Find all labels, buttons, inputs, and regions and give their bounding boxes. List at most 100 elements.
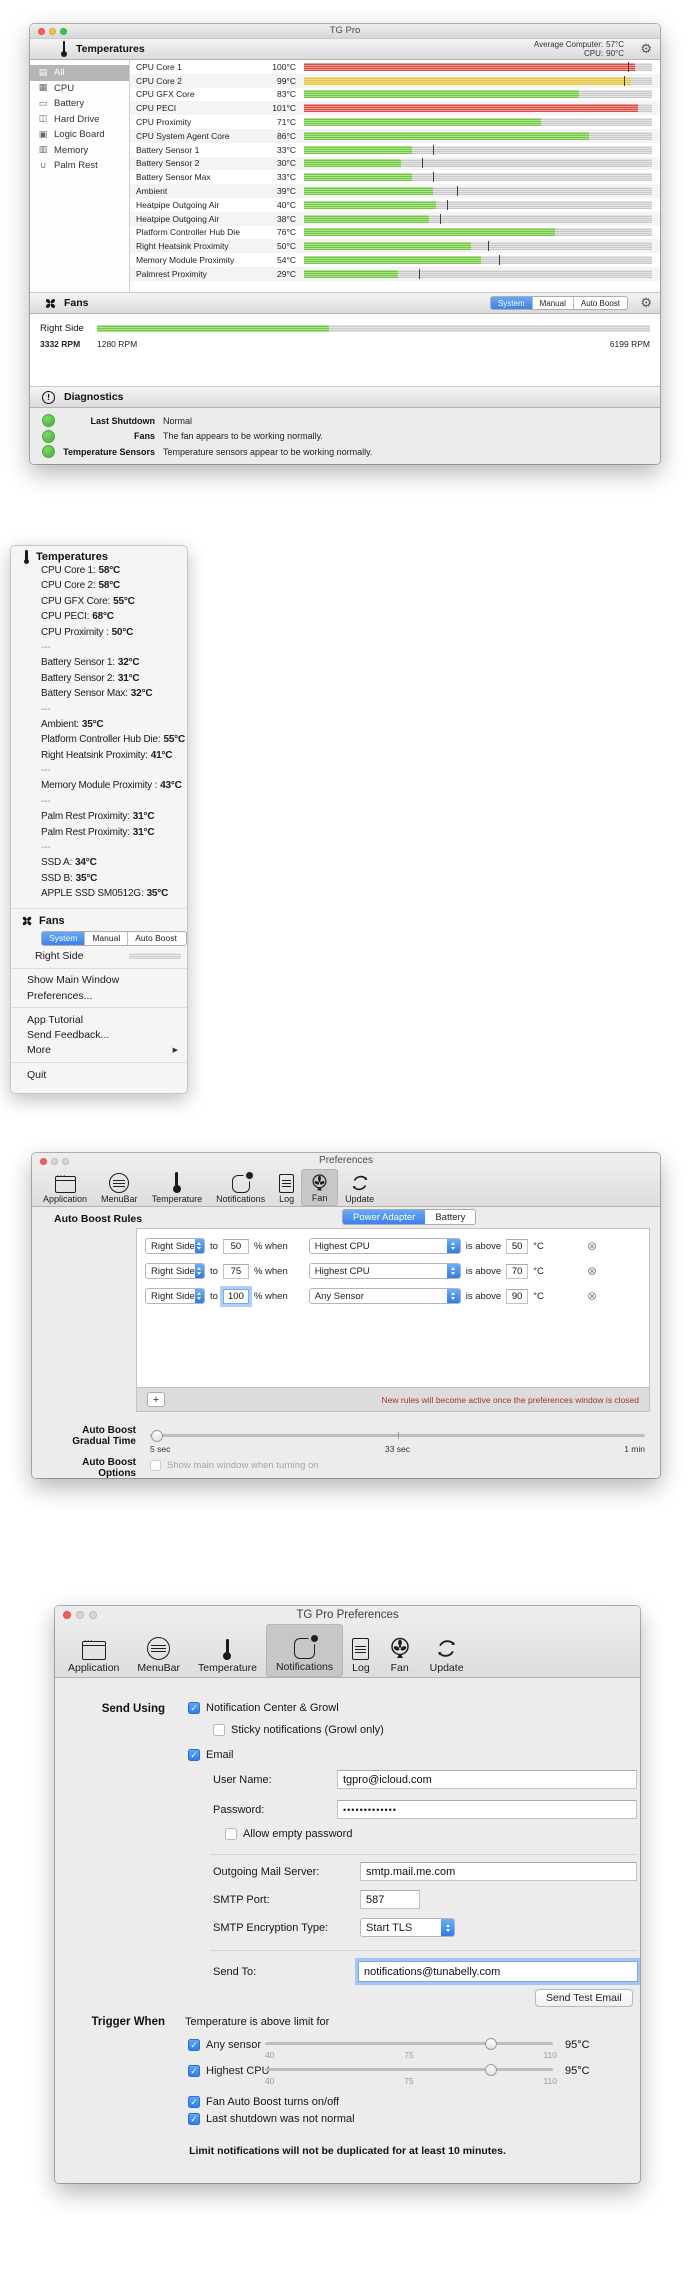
tab-power-adapter[interactable]: Power Adapter bbox=[343, 1210, 425, 1224]
send-to-field[interactable]: notifications@tunabelly.com bbox=[358, 1961, 638, 1982]
toolbar-item-fan[interactable]: Fan bbox=[301, 1169, 338, 1206]
sensor-select[interactable]: Highest CPU bbox=[309, 1238, 461, 1254]
sidebar-item[interactable]: ∪ Palm Rest bbox=[30, 158, 129, 174]
send-test-email-button[interactable]: Send Test Email bbox=[535, 1989, 633, 2007]
fan-auto-boost-checkbox[interactable]: ✓ bbox=[188, 2096, 200, 2108]
sidebar-item[interactable]: ◫ Hard Drive bbox=[30, 112, 129, 128]
temperature-limit-slider[interactable] bbox=[265, 2062, 553, 2077]
slider-thumb[interactable] bbox=[485, 2038, 497, 2050]
trigger-checkbox[interactable]: ✓ bbox=[188, 2039, 200, 2051]
sensor-select[interactable]: Any Sensor bbox=[309, 1288, 461, 1304]
toolbar-item-fan[interactable]: Fan bbox=[379, 1624, 421, 1677]
toolbar-item-notifications[interactable]: Notifications bbox=[266, 1624, 343, 1677]
toolbar-item-update[interactable]: Update bbox=[421, 1624, 473, 1677]
sensor-select[interactable]: Highest CPU bbox=[309, 1263, 461, 1279]
fan-select[interactable]: Right Side bbox=[145, 1263, 205, 1279]
category-icon: ◫ bbox=[37, 114, 49, 124]
sidebar-item[interactable]: ▥ Memory bbox=[30, 143, 129, 159]
mail-server-field[interactable]: smtp.mail.me.com bbox=[360, 1862, 637, 1881]
toolbar-item-notifications[interactable]: Notifications bbox=[209, 1169, 272, 1206]
segment-auto-boost[interactable]: Auto Boost bbox=[128, 932, 184, 945]
category-icon: ∪ bbox=[37, 161, 49, 171]
toolbar-item-menubar[interactable]: MenuBar bbox=[128, 1624, 189, 1677]
slider-thumb[interactable] bbox=[151, 1430, 163, 1442]
menu-item-quit[interactable]: Quit bbox=[11, 1067, 187, 1082]
segment-system[interactable]: System bbox=[491, 297, 533, 309]
user-name-field[interactable]: tgpro@icloud.com bbox=[337, 1770, 637, 1789]
allow-empty-password-checkbox[interactable] bbox=[225, 1828, 237, 1840]
menu-temp-item: --- bbox=[11, 842, 187, 857]
trigger-checkbox[interactable]: ✓ bbox=[188, 2065, 200, 2077]
show-main-window-checkbox[interactable] bbox=[150, 1460, 161, 1471]
toolbar-item-temperature[interactable]: Temperature bbox=[145, 1169, 210, 1206]
temperature-field[interactable]: 90 bbox=[506, 1289, 528, 1304]
close-button[interactable] bbox=[40, 1158, 47, 1165]
last-shutdown-checkbox[interactable]: ✓ bbox=[188, 2113, 200, 2125]
percent-field[interactable]: 50 bbox=[223, 1239, 249, 1254]
zoom-button[interactable] bbox=[62, 1158, 69, 1165]
menu-item-send-feedback[interactable]: Send Feedback... bbox=[11, 1027, 187, 1042]
zoom-button[interactable] bbox=[60, 28, 67, 35]
gradual-time-slider[interactable] bbox=[150, 1428, 645, 1443]
toolbar-item-log[interactable]: Log bbox=[343, 1624, 379, 1677]
fan-icon bbox=[388, 1636, 412, 1660]
fan-select[interactable]: Right Side bbox=[145, 1238, 205, 1254]
segment-auto-boost[interactable]: Auto Boost bbox=[574, 297, 627, 309]
close-button[interactable] bbox=[38, 28, 45, 35]
thermometer-icon bbox=[172, 1172, 182, 1193]
sensor-name: CPU Proximity bbox=[130, 117, 264, 127]
menu-item-app-tutorial[interactable]: App Tutorial bbox=[11, 1012, 187, 1027]
segment-manual[interactable]: Manual bbox=[85, 932, 128, 945]
add-rule-button[interactable]: + bbox=[147, 1392, 165, 1407]
segment-system[interactable]: System bbox=[42, 932, 85, 945]
temperature-field[interactable]: 70 bbox=[506, 1264, 528, 1279]
smtp-port-field[interactable]: 587 bbox=[360, 1890, 420, 1909]
email-checkbox[interactable]: ✓ bbox=[188, 1749, 200, 1761]
menu-temp-value: 32°C bbox=[131, 688, 153, 699]
fan-select[interactable]: Right Side bbox=[145, 1288, 205, 1304]
gear-icon[interactable]: ⚙ bbox=[640, 43, 652, 56]
remove-rule-icon[interactable]: ⊗ bbox=[587, 1265, 597, 1277]
menu-temp-label: Right Heatsink Proximity: bbox=[41, 750, 148, 761]
zoom-button[interactable] bbox=[89, 1611, 97, 1619]
password-field[interactable]: ••••••••••••• bbox=[337, 1800, 637, 1819]
smtp-encryption-select[interactable]: Start TLS bbox=[360, 1918, 455, 1937]
notification-center-checkbox[interactable]: ✓ bbox=[188, 1702, 200, 1714]
percent-field[interactable]: 75 bbox=[223, 1264, 249, 1279]
toolbar-item-application[interactable]: Application bbox=[59, 1624, 128, 1677]
sidebar-item[interactable]: ▭ Battery bbox=[30, 96, 129, 112]
sidebar-item[interactable]: ▤ All bbox=[30, 65, 129, 81]
temperature-limit-slider[interactable] bbox=[265, 2036, 553, 2051]
scale-end: 1 min bbox=[624, 1444, 645, 1454]
percent-field[interactable]: 100 bbox=[223, 1289, 249, 1304]
remove-rule-icon[interactable]: ⊗ bbox=[587, 1240, 597, 1252]
menu-item-preferences[interactable]: Preferences... bbox=[11, 988, 187, 1003]
sidebar-item[interactable]: ▣ Logic Board bbox=[30, 127, 129, 143]
sidebar-item[interactable]: ▦ CPU bbox=[30, 81, 129, 97]
remove-rule-icon[interactable]: ⊗ bbox=[587, 1290, 597, 1302]
sticky-notifications-checkbox[interactable] bbox=[213, 1724, 225, 1736]
temperature-field[interactable]: 50 bbox=[506, 1239, 528, 1254]
close-button[interactable] bbox=[63, 1611, 71, 1619]
divider bbox=[210, 1854, 637, 1855]
menu-item-show-main-window[interactable]: Show Main Window bbox=[11, 973, 187, 988]
tab-battery[interactable]: Battery bbox=[425, 1210, 475, 1224]
menu-temp-item: Battery Sensor 1: 32°C bbox=[11, 657, 187, 672]
minimize-button[interactable] bbox=[49, 28, 56, 35]
notification-preferences-window: TG Pro Preferences Application MenuBar T… bbox=[55, 1606, 640, 2183]
segment-manual[interactable]: Manual bbox=[533, 297, 574, 309]
temperature-bar bbox=[304, 187, 652, 195]
toolbar-item-log[interactable]: Log bbox=[272, 1169, 301, 1206]
toolbar-item-update[interactable]: Update bbox=[338, 1169, 381, 1206]
gear-icon[interactable]: ⚙ bbox=[640, 297, 652, 310]
minimize-button[interactable] bbox=[76, 1611, 84, 1619]
toolbar-item-application[interactable]: Application bbox=[36, 1169, 94, 1206]
slider-thumb[interactable] bbox=[485, 2064, 497, 2076]
menu-temp-item: Battery Sensor 2: 31°C bbox=[11, 673, 187, 688]
minimize-button[interactable] bbox=[51, 1158, 58, 1165]
temperature-bar bbox=[304, 228, 652, 236]
toolbar-item-temperature[interactable]: Temperature bbox=[189, 1624, 266, 1677]
menu-item-more[interactable]: More ▶ bbox=[11, 1043, 187, 1058]
menu-temp-item: Palm Rest Proximity: 31°C bbox=[11, 827, 187, 842]
toolbar-item-menubar[interactable]: MenuBar bbox=[94, 1169, 145, 1206]
